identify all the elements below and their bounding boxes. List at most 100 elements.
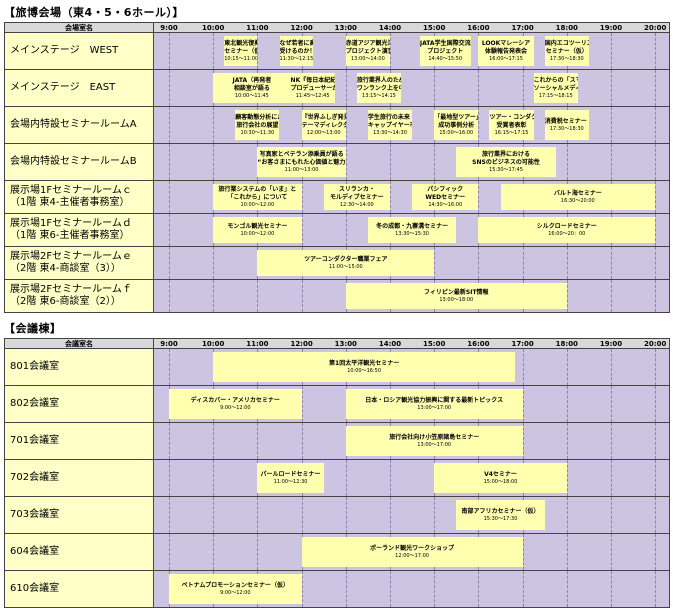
event-block[interactable]: スリランカ・ モルディブセミナー 12:30～14:00 bbox=[323, 184, 390, 210]
event-block[interactable]: ポーランド観光ワークショップ 12:00～17:00 bbox=[301, 537, 523, 567]
hour-label: 20:00 bbox=[644, 340, 667, 348]
hour-gridline bbox=[522, 386, 524, 422]
schedule-grid-conference-building: 会議室名 9:00 10:00 11:00 12:00 13:00 14:00 15:00 16… bbox=[4, 338, 670, 608]
event-title: ディスカバー・アメリカセミナー bbox=[190, 397, 280, 404]
event-title: モンゴル観光セミナー bbox=[227, 223, 288, 230]
event-block[interactable]: パシフィック WEDセミナー 14:30～16:00 bbox=[412, 184, 479, 210]
hour-label: 19:00 bbox=[599, 340, 623, 348]
hour-label: 10:00 bbox=[202, 24, 225, 32]
event-block[interactable]: ベトナムプロモーションセミナー（仮） 9:00～12:00 bbox=[169, 574, 302, 604]
hour-gridline bbox=[213, 144, 215, 180]
hour-gridline bbox=[478, 181, 480, 213]
room-name: メインステージ EAST bbox=[5, 70, 154, 106]
room-column-header: 会場室名 bbox=[5, 23, 154, 32]
hour-gridline bbox=[478, 107, 480, 143]
hour-gridline bbox=[169, 70, 170, 106]
event-title: 消費税セミナー（仮） bbox=[544, 118, 589, 125]
room-name: 展示場2Fセミナールームｆ （2階 東6-商談室（2）） bbox=[5, 280, 154, 312]
hour-gridline bbox=[478, 70, 480, 106]
event-title: これからの「スマホ×位置情報× ソーシャルメディア」マーケティング bbox=[533, 77, 578, 92]
hour-gridline bbox=[301, 423, 303, 459]
hour-gridline bbox=[345, 107, 347, 143]
event-title: 学生旅行の未来（変わる キャップイヤー市場に挑もう） bbox=[367, 114, 412, 129]
hour-gridline bbox=[655, 247, 657, 279]
schedule-row: 会場内特設セミナールームB 写真家とペテラン添乗員が語る “お客さまにもれた心価値… bbox=[4, 144, 670, 181]
hour-gridline bbox=[390, 460, 391, 496]
event-block[interactable]: ツアーコンダクター職業フェア 11:00～15:00 bbox=[257, 250, 435, 276]
event-block[interactable]: シルクロードセミナー 16:00～20：00 bbox=[478, 217, 656, 243]
event-block[interactable]: 消費税セミナー（仮）17:30～18:30 bbox=[544, 110, 589, 140]
event-block[interactable]: これからの「スマホ×位置情報× ソーシャルメディア」マーケティング17:15～1… bbox=[533, 73, 578, 103]
hour-gridline bbox=[345, 497, 347, 533]
event-time: 13:00～18:00 bbox=[439, 297, 474, 303]
event-title: なぜ若者に高速バスが 受けるのか！ bbox=[279, 40, 313, 55]
event-block[interactable]: JATA（再発者 相談室が語る 10:00～11:45 bbox=[213, 73, 291, 103]
event-block[interactable]: フィリピン最新SIT情報 13:00～18:00 bbox=[345, 283, 567, 309]
schedule-row: 701会議室 旅行会社向け小笠原諸島セミナー 13:00～17:00 bbox=[4, 423, 670, 460]
hour-gridline bbox=[301, 386, 303, 422]
schedule-row: 展示場2Fセミナールームｆ （2階 東6-商談室（2）） フィリピン最新SIT情報… bbox=[4, 280, 670, 313]
hour-gridline bbox=[301, 280, 303, 312]
event-block[interactable]: 旅行業界人のための ワンランク上を中「写真セミナー13:15～14:15 bbox=[356, 73, 402, 103]
event-block[interactable]: 顧客動態分析における 旅行会社の展望10:30～11:30 bbox=[235, 110, 280, 140]
event-block[interactable]: 南部アフリカセミナー（仮） 15:30～17:30 bbox=[456, 500, 545, 530]
hour-label: 18:00 bbox=[555, 340, 578, 348]
event-block[interactable]: バルト海セミナー 16:30～20:00 bbox=[500, 184, 656, 210]
event-time: 10:00～16:50 bbox=[347, 368, 382, 374]
hour-gridline bbox=[611, 497, 612, 533]
event-block[interactable]: 第1回太平洋観光セミナー 10:00～16:50 bbox=[213, 352, 516, 382]
hour-gridline bbox=[301, 214, 303, 246]
event-block[interactable]: 国内エコツーリズム セミナー（仮）17:30～18:30 bbox=[544, 36, 589, 66]
hour-gridline bbox=[390, 497, 391, 533]
event-title: 日本・ロシア観光協力振興に関する最新トピックス bbox=[365, 397, 504, 404]
hour-gridline bbox=[655, 460, 657, 496]
room-name: 801会議室 bbox=[5, 349, 154, 385]
hour-label: 13:00 bbox=[334, 24, 357, 32]
event-block[interactable]: ツアー・コンダクター・オブ・ザ・イヤー 受賞者表彰16:15～17:15 bbox=[489, 110, 534, 140]
event-title: 旅行業システムの「いま」と 「これから」について bbox=[218, 186, 297, 201]
event-time: 13:30～15:30 bbox=[395, 231, 429, 237]
hour-gridline bbox=[345, 70, 347, 106]
hour-label: 14:00 bbox=[378, 340, 402, 348]
event-time: 13:00～17:00 bbox=[417, 405, 452, 411]
event-block[interactable]: 写真家とペテラン添乗員が語る “お客さまにもれた心価値と魅力の一端”11:00～… bbox=[257, 147, 346, 177]
room-name: 展示場1Fセミナールームｃ （1階 東4-主催者事務室） bbox=[5, 181, 154, 213]
hour-gridline bbox=[611, 107, 612, 143]
event-title: V4セミナー bbox=[484, 471, 517, 478]
event-block[interactable]: 旅行業システムの「いま」と 「これから」について 10:00～12:00 bbox=[213, 184, 302, 210]
event-block[interactable]: NK『毎日本紀紀伝』 プロデューサーが語る11:45～12:45 bbox=[290, 73, 335, 103]
event-block[interactable]: 東北観光復興 セミナー（仮）10:15～11:00 bbox=[224, 36, 258, 66]
hour-gridline bbox=[655, 214, 657, 246]
event-block[interactable]: 旅行会社向け小笠原諸島セミナー 13:00～17:00 bbox=[345, 426, 523, 456]
event-block[interactable]: 冬の成都・九寨溝セミナー 13:30～15:30 bbox=[367, 217, 457, 243]
hour-gridline bbox=[213, 247, 215, 279]
hour-gridline bbox=[434, 247, 436, 279]
room-column-header: 会議室名 bbox=[5, 339, 154, 348]
event-title: JATA学生国際交流 プロジェクト bbox=[419, 40, 471, 55]
hour-gridline bbox=[655, 280, 657, 312]
hour-label: 10:00 bbox=[202, 340, 225, 348]
hour-gridline bbox=[169, 423, 170, 459]
event-block[interactable]: JATA学生国際交流 プロジェクト 14:40～15:50 bbox=[419, 36, 471, 66]
event-block[interactable]: ディスカバー・アメリカセミナー 9:00～12:00 bbox=[169, 389, 302, 419]
event-block[interactable]: LOOKマレーシア 体験報告発表会 16:00～17:15 bbox=[478, 36, 534, 66]
hour-gridline bbox=[390, 144, 391, 180]
event-time: 9:00～12:00 bbox=[219, 590, 251, 596]
schedule-row: 703会議室 南部アフリカセミナー（仮） 15:30～17:30 bbox=[4, 497, 670, 534]
event-block[interactable]: なぜ若者に高速バスが 受けるのか！11:30～12:15 bbox=[279, 36, 313, 66]
event-block[interactable]: パールロードセミナー 11:00～12:30 bbox=[257, 463, 324, 493]
event-block[interactable]: 学生旅行の未来（変わる キャップイヤー市場に挑もう）13:30～14:30 bbox=[367, 110, 413, 140]
event-block[interactable]: 赤道アジア観光活性化 プロジェクト演習発表13:00～14:00 bbox=[345, 36, 390, 66]
hour-gridline bbox=[566, 571, 568, 607]
hour-gridline bbox=[522, 534, 524, 570]
event-block[interactable]: 『世界ふしぎ発見！』 テーマディレクターが語る12:00～13:00 bbox=[301, 110, 346, 140]
event-block[interactable]: 「最地型ツアー」 成功事例分析 15:00～16:00 bbox=[434, 110, 479, 140]
event-title: JATA（再発者 相談室が語る bbox=[232, 77, 272, 92]
event-block[interactable]: モンゴル観光セミナー 10:00～12:00 bbox=[213, 217, 302, 243]
event-block[interactable]: 日本・ロシア観光協力振興に関する最新トピックス 13:00～17:00 bbox=[345, 389, 523, 419]
time-track: ディスカバー・アメリカセミナー 9:00～12:00 日本・ロシア観光協力振興に関す… bbox=[154, 386, 669, 422]
event-time: 17:30～18:30 bbox=[549, 56, 584, 62]
event-block[interactable]: 旅行業界における SNSのビジネスの可能性 15:30～17:45 bbox=[456, 147, 556, 177]
hour-gridline bbox=[345, 214, 347, 246]
event-block[interactable]: V4セミナー 15:00～18:00 bbox=[434, 463, 567, 493]
